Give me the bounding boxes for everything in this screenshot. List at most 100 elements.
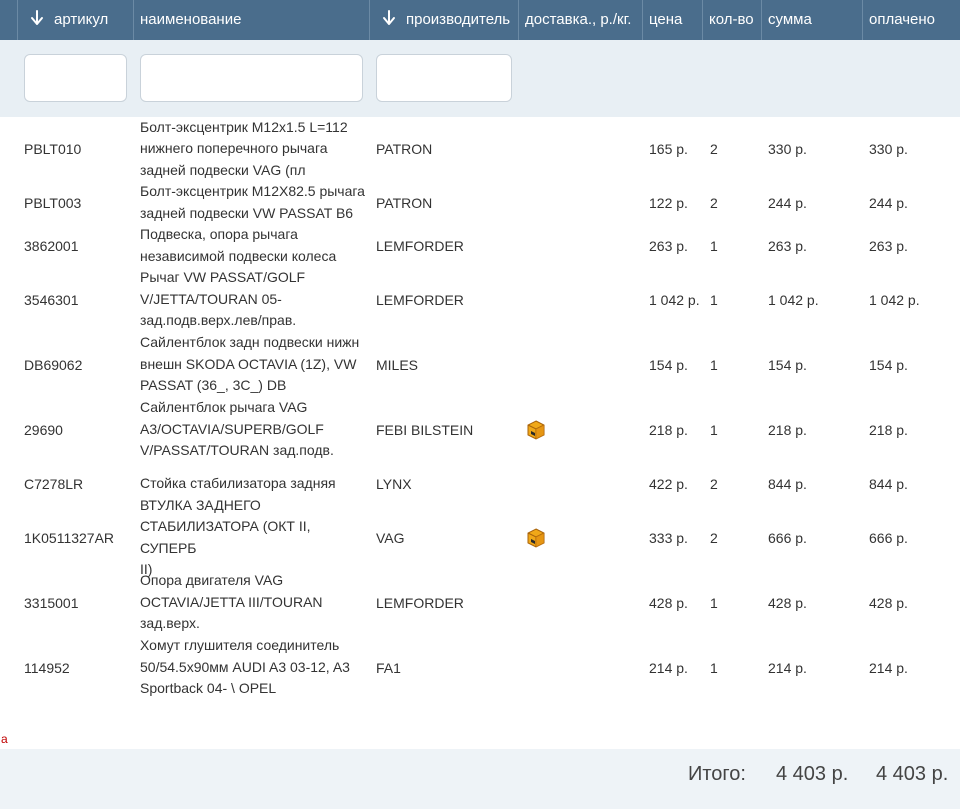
cell-qty: 1 [710,594,718,611]
column-divider [862,0,863,40]
cell-paid: 428 р. [869,594,908,611]
cell-paid: 330 р. [869,141,908,157]
cell-maker: LEMFORDER [376,594,464,611]
table-row: 3315001 LEMFORDER 428 р. 1 428 р. 428 р. Опора… [0,570,960,635]
cell-qty: 1 [710,291,718,308]
column-qty-header[interactable]: кол-во [709,0,754,40]
cell-name-line: Sportback 04- \ OPEL [140,680,277,697]
cell-name: Сайлентблок задн подвески нижн внешн SKOD… [140,332,365,397]
column-paid-label: оплачено [869,11,936,28]
article-filter-input[interactable] [24,54,127,102]
cell-sum: 214 р. [768,659,807,676]
cell-sum: 844 р. [768,475,807,492]
cell-paid: 154 р. [869,356,908,373]
package-box-icon [526,397,546,462]
cell-name-line: Рычаг VW PASSAT/GOLF [140,269,306,286]
cell-name-line: задней подвески VAG (пл [140,161,306,178]
column-divider [17,0,18,40]
cell-paid: 244 р. [869,194,908,211]
column-article-header[interactable]: артикул [30,0,108,40]
cell-article: PBLT010 [24,141,82,157]
cell-name: Опора двигателя VAG OCTAVIA/JETTA III/TOU… [140,570,365,635]
column-divider [133,0,134,40]
cell-qty: 2 [710,529,718,546]
column-paid-header[interactable]: оплачено [869,0,935,40]
column-price-header[interactable]: цена [649,0,682,40]
table-row: 3546301 LEMFORDER 1 042 р. 1 1 042 р. 1 042 р… [0,267,960,332]
cell-qty: 2 [710,141,718,157]
table-header: артикул наименование производитель доста… [0,0,960,40]
cell-article: 3862001 [24,237,79,254]
column-delivery-label: доставка., р./кг. [525,11,632,28]
cell-name-line: A3/OCTAVIA/SUPERB/GOLF [140,420,324,437]
column-qty-label: кол-во [709,11,754,28]
cell-price: 263 р. [649,237,688,254]
cell-maker: LYNX [376,475,412,492]
cell-paid: 666 р. [869,529,908,546]
maker-filter-input[interactable] [376,54,512,102]
cell-price: 428 р. [649,594,688,611]
cell-qty: 1 [710,237,718,254]
cell-sum: 330 р. [768,141,807,157]
cell-sum: 428 р. [768,594,807,611]
column-price-label: цена [649,11,683,28]
cell-maker: LEMFORDER [376,237,464,254]
cell-name: Рычаг VW PASSAT/GOLF V/JETTA/TOURAN 05- за… [140,267,365,332]
column-sum-header[interactable]: сумма [768,0,812,40]
table-row: 29690 FEBI BILSTEIN 218 р. 1 218 р. 218 р. Сай… [0,397,960,462]
cell-article: 3546301 [24,291,79,308]
column-name-header[interactable]: наименование [140,0,241,40]
cell-sum: 666 р. [768,529,807,546]
name-filter-input[interactable] [140,54,363,102]
cell-name-line: нижнего поперечного рычага [140,140,328,157]
cell-name-line: 50/54.5x90мм AUDI A3 03-12, A3 [140,658,350,675]
cell-name-line: независимой подвески колеса [140,247,337,264]
cell-name: ВТУЛКА ЗАДНЕГО СТАБИЛИЗАТОРА (ОКТ II, СУП… [140,497,365,578]
cell-name-line: V/JETTA/TOURAN 05- [140,290,282,307]
cell-paid: 844 р. [869,475,908,492]
cell-article: PBLT003 [24,194,82,211]
column-name-label: наименование [140,11,242,28]
cell-price: 165 р. [649,141,688,157]
arrow-down-icon[interactable] [382,10,396,26]
cell-name-line: Болт-эксцентрик М12X82.5 рычага [140,183,365,199]
cell-price: 422 р. [649,475,688,492]
cell-qty: 1 [710,421,718,438]
table-row: 114952 FA1 214 р. 1 214 р. 214 р. Хомут глушит… [0,635,960,700]
cell-maker: FA1 [376,659,401,676]
cell-name-line: зад.подв.верх.лев/прав. [140,312,297,329]
column-maker-header[interactable]: производитель [382,0,510,40]
total-label: Итого: [688,763,746,785]
cell-price: 333 р. [649,529,688,546]
cell-maker: PATRON [376,194,433,211]
arrow-down-icon[interactable] [30,10,44,26]
cell-price: 154 р. [649,356,688,373]
cell-name-line: Стойка стабилизатора задняя [140,474,336,491]
cell-name-line: OCTAVIA/JETTA III/TOURAN [140,593,323,610]
cell-name-line: PASSAT (36_, 3C_) DB [140,377,287,394]
total-sum: 4 403 р. [776,763,849,785]
cell-name-line: Болт-эксцентрик М12x1.5 L=112 [140,118,348,135]
cell-name: Болт-эксцентрик М12X82.5 рычага задней по… [140,181,365,224]
cell-name-line: V/PASSAT/TOURAN зад.подв. [140,442,334,459]
cell-price: 214 р. [649,659,688,676]
table-row: 3862001 LEMFORDER 263 р. 1 263 р. 263 р. Подве… [0,224,960,267]
cell-maker: VAG [376,529,405,546]
table-row: PBLT010 PATRON 165 р. 2 330 р. 330 р. Болт-экс… [0,117,960,181]
table-row: 1K0511327AR VAG 333 р. 2 666 р. 666 р. ВТУЛКА … [0,497,960,578]
cell-paid: 1 042 р. [869,291,920,308]
cell-sum: 263 р. [768,237,807,254]
cell-paid: 263 р. [869,237,908,254]
cell-sum: 244 р. [768,194,807,211]
cell-article: 114952 [24,659,70,676]
cell-article: 29690 [24,421,63,438]
cell-maker: MILES [376,356,419,373]
cell-maker: PATRON [376,141,433,157]
column-maker-label: производитель [406,11,511,28]
cell-sum: 218 р. [768,421,807,438]
cell-maker: LEMFORDER [376,291,464,308]
column-divider [761,0,762,40]
column-delivery-header[interactable]: доставка., р./кг. [525,0,631,40]
column-divider [369,0,370,40]
filter-row [0,40,960,117]
